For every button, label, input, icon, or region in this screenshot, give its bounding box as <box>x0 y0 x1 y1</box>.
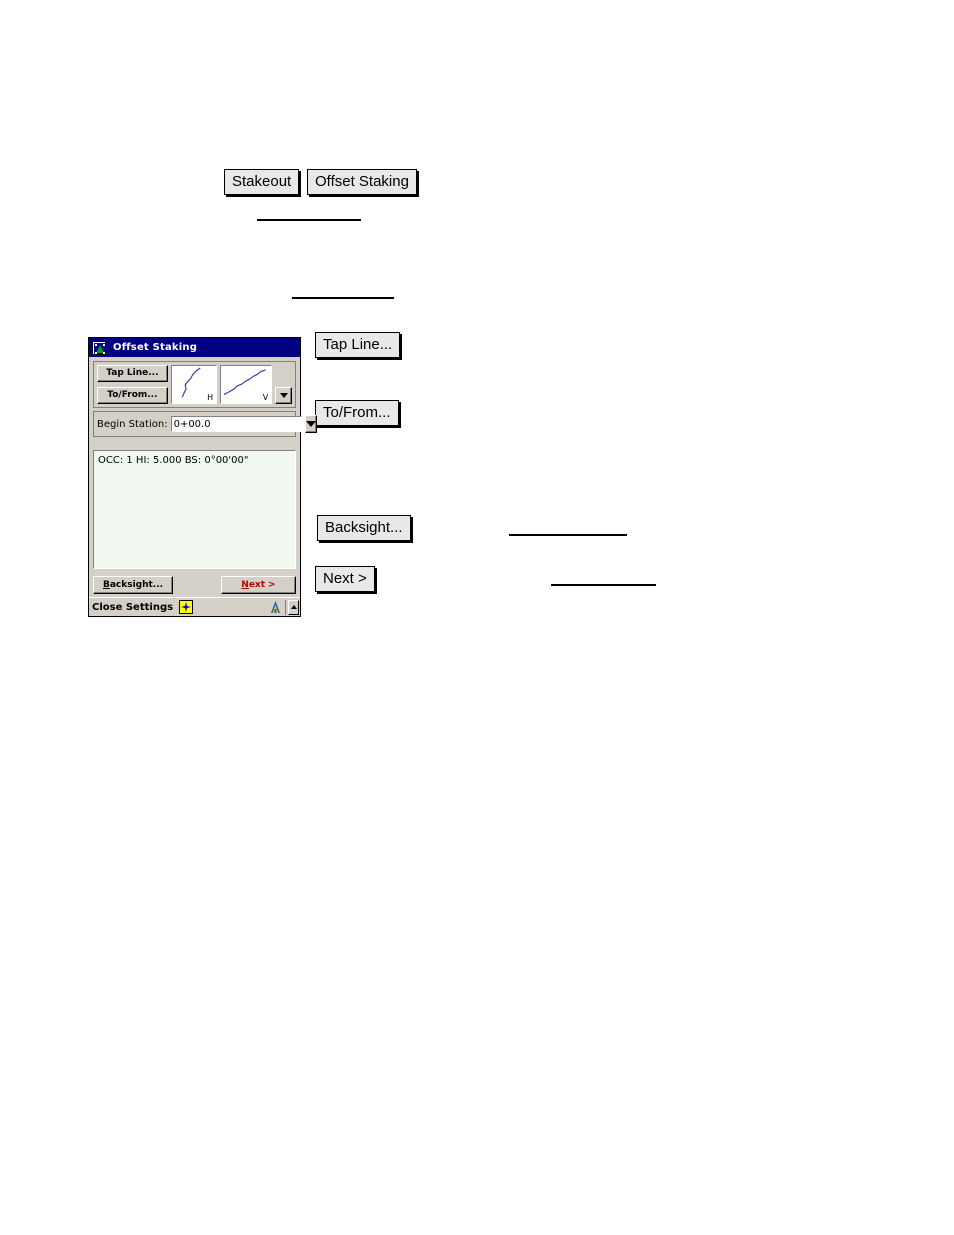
taskbar-divider <box>285 599 286 615</box>
doc-button-offset-staking-label: Offset Staking <box>315 173 409 190</box>
window-client-area: Tap Line... To/From... H V Begin Station… <box>89 357 317 597</box>
pda-device-screenshot: Offset Staking Tap Line... To/From... H <box>88 337 317 617</box>
device-taskbar: Close Settings <box>89 597 300 616</box>
begin-station-panel: Begin Station: <box>93 411 317 437</box>
window-titlebar: Offset Staking <box>89 338 300 357</box>
callout-tap-line[interactable]: Tap Line... <box>315 332 401 358</box>
callout-tap-line-label: Tap Line... <box>323 336 393 353</box>
backsight-label-rest: acksight... <box>109 579 164 590</box>
blank-rule-4 <box>551 584 656 586</box>
callout-to-from-label: To/From... <box>323 404 391 421</box>
doc-button-offset-staking[interactable]: Offset Staking <box>307 169 417 195</box>
callout-backsight-label: Backsight... <box>325 519 403 536</box>
vertical-preview-label: V <box>262 393 269 402</box>
chevron-down-icon <box>305 421 316 427</box>
begin-station-input[interactable] <box>170 416 302 432</box>
application-window-icon <box>92 340 106 355</box>
tap-line-button[interactable]: Tap Line... <box>97 365 168 382</box>
next-accel: N <box>241 579 249 590</box>
tool-row: Tap Line... To/From... H V <box>97 365 292 404</box>
occupation-status-text: OCC: 1 HI: 5.000 BS: 0°00'00" <box>98 455 249 466</box>
horizontal-alignment-preview[interactable]: H <box>170 365 218 404</box>
next-button[interactable]: Next > <box>221 575 296 594</box>
backsight-button[interactable]: Backsight... <box>93 575 173 594</box>
vertical-alignment-preview[interactable]: V <box>220 365 273 404</box>
preview-dropdown-button[interactable] <box>275 387 292 404</box>
chevron-up-glyph <box>290 605 297 609</box>
begin-station-label: Begin Station: <box>97 418 168 430</box>
begin-station-dropdown-button[interactable] <box>304 415 317 433</box>
horizontal-preview-label: H <box>207 393 214 402</box>
callout-backsight[interactable]: Backsight... <box>317 515 411 541</box>
blank-rule-3 <box>509 534 627 536</box>
blank-rule-2 <box>292 297 394 299</box>
callout-to-from[interactable]: To/From... <box>315 400 399 426</box>
doc-button-stakeout[interactable]: Stakeout <box>224 169 300 195</box>
tool-button-column: Tap Line... To/From... <box>97 365 168 404</box>
window-title: Offset Staking <box>113 342 198 353</box>
tool-panel: Tap Line... To/From... H V <box>93 361 296 408</box>
to-from-button[interactable]: To/From... <box>97 387 168 404</box>
dialog-button-row: Backsight... Next > <box>93 575 296 594</box>
callout-next-label: Next > <box>323 570 367 587</box>
surveyor-tray-icon[interactable] <box>268 600 283 615</box>
chevron-up-icon[interactable] <box>288 599 299 615</box>
status-list-area[interactable]: OCC: 1 HI: 5.000 BS: 0°00'00" <box>93 450 296 569</box>
next-label-rest: ext > <box>248 579 276 590</box>
doc-button-stakeout-label: Stakeout <box>232 173 292 190</box>
star-tray-icon[interactable] <box>179 600 194 614</box>
backsight-accel: B <box>102 579 110 590</box>
blank-rule-1 <box>257 219 361 221</box>
close-settings-label[interactable]: Close Settings <box>92 602 173 613</box>
callout-next[interactable]: Next > <box>315 566 375 592</box>
chevron-down-icon <box>279 393 288 398</box>
